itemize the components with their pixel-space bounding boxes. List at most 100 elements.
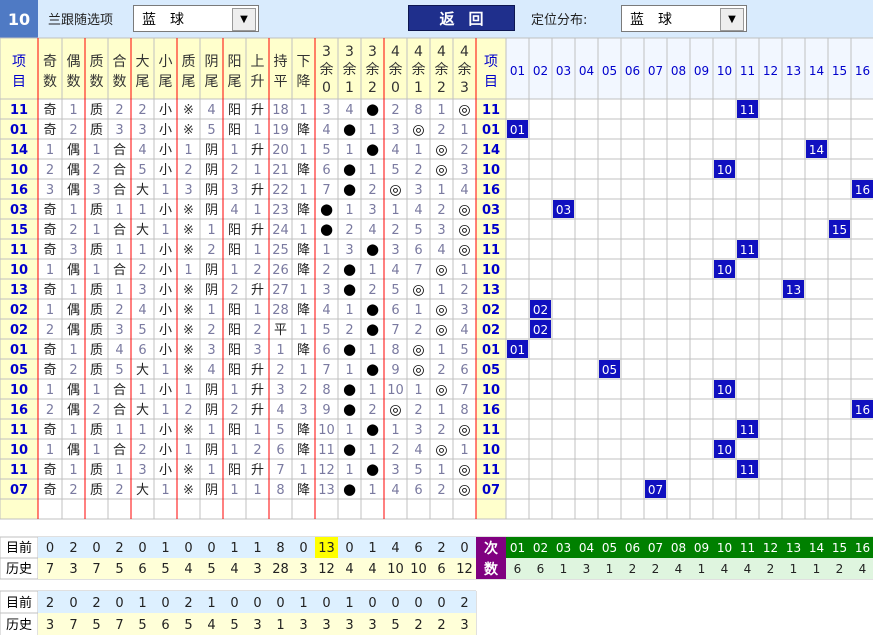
footer-history-value: 10 [387, 562, 404, 577]
row-item-number-right: 11 [482, 463, 500, 478]
row-cell: ● [343, 400, 356, 418]
row-cell: 3 [391, 123, 399, 138]
row-cell: 合 [113, 163, 126, 178]
row-cell: 11 [318, 443, 335, 458]
footer-history-value: 3 [69, 562, 77, 577]
row-cell: 1 [276, 343, 284, 358]
row-cell: 5 [322, 143, 330, 158]
row-cell: 偶 [67, 143, 80, 158]
row-cell: 24 [272, 223, 289, 238]
footer2-history-value: 5 [184, 618, 192, 633]
footer2-current-value: 0 [115, 596, 123, 611]
row-cell: 1 [322, 243, 330, 258]
row-cell: 1 [368, 483, 376, 498]
row-cell: 4 [207, 363, 215, 378]
row-item-number: 15 [10, 223, 28, 238]
count-header-number: 15 [832, 541, 847, 555]
footer-current-value: 0 [92, 541, 100, 556]
row-item-number: 01 [10, 343, 28, 358]
row-cell: 2 [437, 123, 445, 138]
row-cell: ● [320, 220, 333, 238]
row-cell: 1 [345, 423, 353, 438]
row-cell: 4 [391, 143, 399, 158]
count-value: 1 [813, 562, 821, 576]
row-cell: 2 [46, 323, 54, 338]
footer2-current-value: 1 [138, 596, 146, 611]
row-cell: 2 [115, 103, 123, 118]
footer-history-value: 3 [299, 562, 307, 577]
row-cell: 2 [92, 403, 100, 418]
dist-header-number: 16 [855, 64, 870, 78]
row-cell: 小 [159, 263, 172, 278]
row-cell: 阴 [205, 403, 218, 418]
footer-current-value: 1 [253, 541, 261, 556]
dist-header-number: 05 [602, 64, 617, 78]
row-cell: 合 [113, 263, 126, 278]
row-cell: 偶 [67, 163, 80, 178]
row-cell: 1 [230, 263, 238, 278]
footer-current-label: 目前 [6, 540, 32, 556]
footer2-history-value: 5 [138, 618, 146, 633]
row-cell: 阳 [228, 363, 241, 378]
row-cell: ※ [183, 243, 194, 258]
row-cell: 1 [46, 143, 54, 158]
column-header-char: 余 [389, 61, 403, 78]
count-value: 2 [767, 562, 775, 576]
row-cell: 3 [414, 183, 422, 198]
row-cell: 1 [230, 443, 238, 458]
row-cell: 2 [391, 443, 399, 458]
footer2-current-value: 2 [460, 596, 468, 611]
column-header-char: 目 [484, 74, 498, 90]
row-cell: 大 [136, 403, 149, 418]
footer-current-value: 0 [345, 541, 353, 556]
column-header-char: 数 [43, 74, 57, 90]
row-cell: 4 [391, 483, 399, 498]
column-header-char: 尾 [159, 74, 173, 90]
row-item-number-right: 16 [482, 183, 500, 198]
row-cell: 5 [276, 423, 284, 438]
dist-number: 10 [717, 163, 732, 177]
row-cell: 2 [345, 223, 353, 238]
dist-number: 16 [855, 403, 870, 417]
row-cell: 小 [159, 443, 172, 458]
row-cell: 1 [299, 143, 307, 158]
row-cell: 小 [159, 323, 172, 338]
row-cell: ● [366, 240, 379, 258]
footer-current-value: 2 [69, 541, 77, 556]
row-cell: 1 [115, 203, 123, 218]
row-cell: ◎ [412, 342, 424, 358]
row-cell: 阴 [205, 183, 218, 198]
row-cell: 1 [69, 283, 77, 298]
row-cell: 阳 [228, 123, 241, 138]
row-cell: 1 [69, 103, 77, 118]
column-header-char: 余 [458, 61, 472, 78]
footer-history-value: 7 [92, 562, 100, 577]
count-value: 3 [583, 562, 591, 576]
dist-number: 02 [533, 303, 548, 317]
row-cell: 1 [69, 423, 77, 438]
row-cell: 3 [138, 463, 146, 478]
count-header-number: 04 [579, 541, 594, 555]
row-cell: ● [366, 300, 379, 318]
footer-current-value: 8 [276, 541, 284, 556]
footer2-history-value: 3 [253, 618, 261, 633]
row-cell: 大 [136, 183, 149, 198]
column-header-char: 合 [113, 54, 127, 70]
row-cell: 合 [113, 383, 126, 398]
row-cell: 1 [345, 143, 353, 158]
row-cell: 6 [391, 303, 399, 318]
count-value: 4 [744, 562, 752, 576]
row-item-number: 14 [10, 143, 28, 158]
row-cell: 合 [113, 183, 126, 198]
row-cell: 偶 [67, 403, 80, 418]
row-cell: 1 [92, 223, 100, 238]
row-item-number-right: 15 [482, 223, 500, 238]
row-cell: 阳 [228, 303, 241, 318]
row-cell: 6 [414, 243, 422, 258]
row-cell: 5 [414, 463, 422, 478]
column-header-char: 尾 [182, 74, 196, 90]
row-cell: 1 [161, 223, 169, 238]
row-cell: 质 [90, 463, 103, 478]
row-cell: 1 [437, 463, 445, 478]
row-cell: 7 [322, 183, 330, 198]
